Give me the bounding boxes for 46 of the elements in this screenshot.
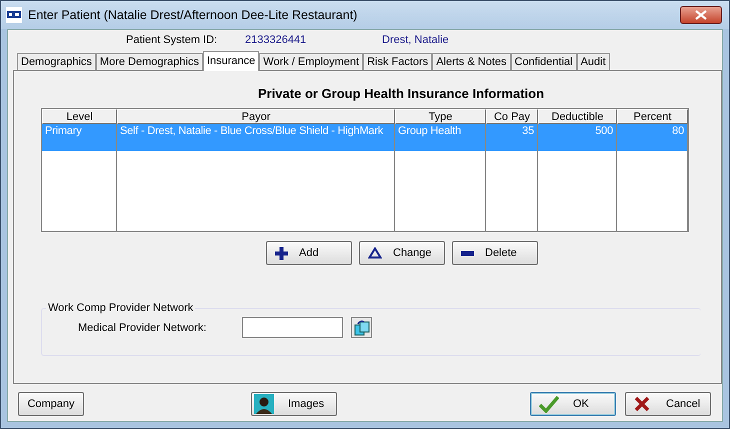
table-cell: Group Health xyxy=(395,124,486,151)
table-cell: Primary xyxy=(42,124,117,151)
cancel-button[interactable]: Cancel xyxy=(625,392,711,416)
patient-id-value: 2133326441 xyxy=(245,34,308,46)
column-header[interactable]: Level xyxy=(42,109,117,124)
table-cell: 35 xyxy=(486,124,538,151)
windows-icon xyxy=(354,320,370,336)
tab[interactable]: Risk Factors xyxy=(363,53,432,70)
tab[interactable]: Demographics xyxy=(17,53,96,70)
table-cell: Self - Drest, Natalie - Blue Cross/Blue Shield - HighMark xyxy=(117,124,395,151)
tab[interactable]: Insurance xyxy=(202,51,260,71)
tab[interactable]: Confidential xyxy=(510,53,577,70)
column-header[interactable]: Deductible xyxy=(538,109,617,124)
checkmark-icon xyxy=(539,395,559,413)
patient-id-label: Patient System ID: xyxy=(126,34,218,46)
change-button[interactable]: Change xyxy=(359,241,445,265)
ok-button[interactable]: OK xyxy=(530,392,616,416)
app-logo-icon xyxy=(6,7,22,23)
window-title: Enter Patient (Natalie Drest/Afternoon Dee-Lite Restaurant) xyxy=(28,8,358,22)
column-header[interactable]: Type xyxy=(395,109,486,124)
column-header[interactable]: Percent xyxy=(617,109,688,124)
close-button[interactable] xyxy=(680,6,722,24)
tab[interactable]: Audit xyxy=(576,53,610,70)
add-button[interactable]: Add xyxy=(266,241,352,265)
column-header[interactable]: Co Pay xyxy=(486,109,538,124)
section-title: Private or Group Health Insurance Information xyxy=(256,86,546,101)
lookup-button[interactable] xyxy=(351,317,372,338)
x-icon xyxy=(634,396,650,412)
table-cell: 500 xyxy=(538,124,617,151)
company-button[interactable]: Company xyxy=(18,392,84,416)
images-button[interactable]: Images xyxy=(251,392,337,416)
tab[interactable]: Work / Employment xyxy=(259,53,364,70)
column-header[interactable]: Payor xyxy=(117,109,395,124)
minus-icon xyxy=(461,250,474,256)
tab[interactable]: Alerts & Notes xyxy=(432,53,510,70)
table-cell: 80 xyxy=(617,124,688,151)
provider-network-field[interactable] xyxy=(242,317,343,338)
group-legend: Work Comp Provider Network xyxy=(46,302,196,314)
close-icon xyxy=(695,10,707,20)
tab[interactable]: More Demographics xyxy=(96,53,203,70)
delete-button[interactable]: Delete xyxy=(452,241,538,265)
plus-icon xyxy=(275,246,288,260)
field-label: Medical Provider Network: xyxy=(78,322,208,334)
patient-name: Drest, Natalie xyxy=(382,34,449,46)
person-icon xyxy=(254,394,274,414)
triangle-icon xyxy=(368,247,382,259)
